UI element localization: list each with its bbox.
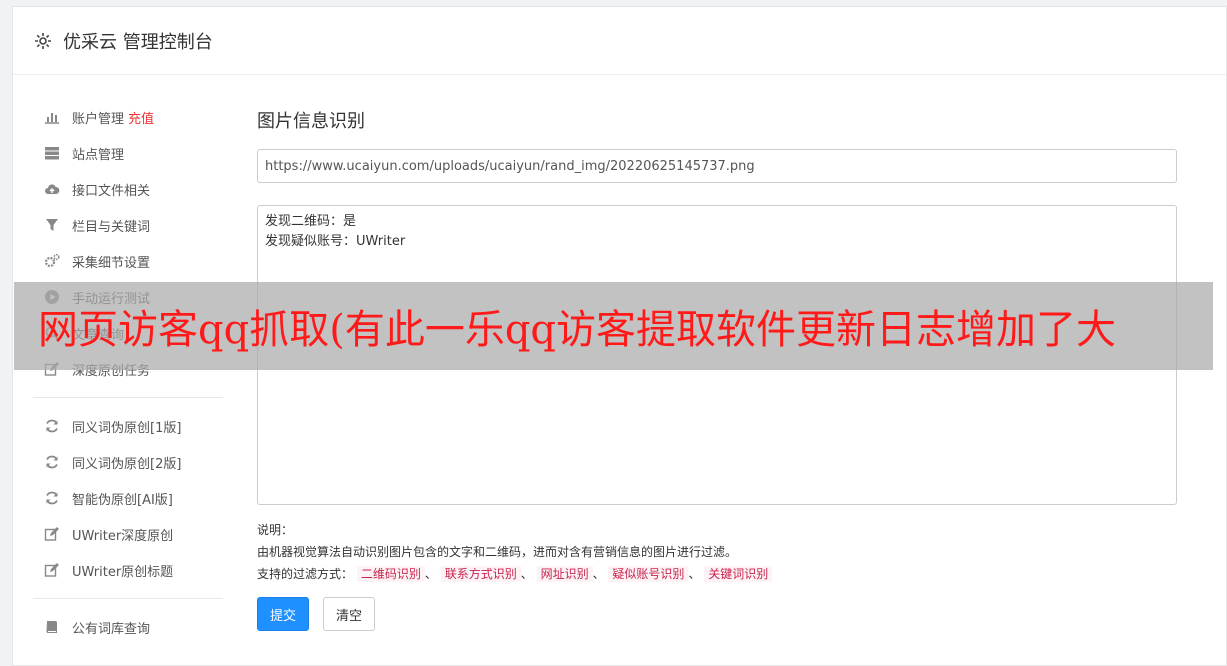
sidebar-item[interactable]: 接口文件相关 <box>33 171 223 207</box>
filter-sep: 、 <box>520 567 533 581</box>
filter-list: 支持的过滤方式： 二维码识别、 联系方式识别、 网址识别、 疑似账号识别、 关键… <box>257 563 1177 585</box>
sidebar-item-label: 同义词伪原创[1版] <box>72 420 182 436</box>
sidebar-item-label: UWriter原创标题 <box>72 564 174 580</box>
filter-tag: 疑似账号识别 <box>608 566 689 582</box>
button-row: 提交 清空 <box>257 597 1177 631</box>
filter-sep: 、 <box>688 567 701 581</box>
sidebar-divider <box>33 397 223 398</box>
description: 说明： 由机器视觉算法自动识别图片包含的文字和二维码，进而对含有营销信息的图片进… <box>257 519 1177 585</box>
gear-icon <box>33 31 53 51</box>
sidebar-item[interactable]: 智能伪原创[AI版] <box>33 480 223 516</box>
sidebar-item-label: UWriter深度原创 <box>72 528 174 544</box>
sidebar-item[interactable]: 采集细节设置 <box>33 243 223 279</box>
sidebar-item-label: 同义词伪原创[2版] <box>72 456 182 472</box>
sidebar-item[interactable]: UWriter原创标题 <box>33 552 223 588</box>
filter-tag: 二维码识别 <box>356 566 425 582</box>
sidebar-item[interactable]: 同义词伪原创[1版] <box>33 408 223 444</box>
refresh-icon <box>44 490 60 506</box>
refresh-icon <box>44 454 60 470</box>
sidebar-item-label: 接口文件相关 <box>72 183 151 199</box>
sidebar-item[interactable]: 站点管理 <box>33 135 223 171</box>
edit-icon <box>44 526 60 542</box>
filter-sep: 、 <box>592 567 605 581</box>
page-title: 优采云 管理控制台 <box>63 31 213 53</box>
sidebar-item-label: 公有词库查询 <box>72 621 151 637</box>
clear-button[interactable]: 清空 <box>323 597 376 631</box>
sidebar: 账户管理充值站点管理接口文件相关栏目与关键词采集细节设置手动运行测试文章查询深度… <box>33 99 223 645</box>
filter-tag: 联系方式识别 <box>440 566 521 582</box>
refresh-icon <box>44 418 60 434</box>
sidebar-item[interactable]: 账户管理 充值 <box>33 99 223 135</box>
result-line: 发现疑似账号：UWriter <box>265 234 406 249</box>
book-icon <box>44 619 60 635</box>
filter-label: 支持的过滤方式： <box>257 567 354 581</box>
sidebar-item[interactable]: 同义词伪原创[2版] <box>33 444 223 480</box>
bar-chart-icon <box>44 109 60 125</box>
desc-text: 由机器视觉算法自动识别图片包含的文字和二维码，进而对含有营销信息的图片进行过滤。 <box>257 545 738 559</box>
sidebar-item-label: 采集细节设置 <box>72 255 151 271</box>
edit-icon <box>44 562 60 578</box>
sidebar-item[interactable]: UWriter深度原创 <box>33 516 223 552</box>
result-line: 发现二维码：是 <box>265 214 357 229</box>
banner-text: 网页访客qq抓取(有此一乐qq访客提取软件更新日志增加了大 <box>38 307 1117 353</box>
filter-tag: 网址识别 <box>536 566 593 582</box>
desc-label: 说明： <box>257 523 294 537</box>
filter-tag: 关键词识别 <box>704 566 773 582</box>
sidebar-item-label: 智能伪原创[AI版] <box>72 492 173 508</box>
filter-icon <box>44 217 60 233</box>
recharge-link[interactable]: 充值 <box>128 108 154 127</box>
watermark-banner: 网页访客qq抓取(有此一乐qq访客提取软件更新日志增加了大 <box>14 282 1213 370</box>
card-header: 优采云 管理控制台 <box>13 7 1226 75</box>
image-url-input[interactable] <box>257 149 1177 183</box>
sidebar-item-label: 账户管理 <box>72 111 125 127</box>
server-icon <box>44 145 60 161</box>
sidebar-item-label: 栏目与关键词 <box>72 219 151 235</box>
cogs-icon <box>44 253 60 269</box>
cloud-upload-icon <box>44 181 60 197</box>
submit-button[interactable]: 提交 <box>257 597 310 631</box>
filter-sep: 、 <box>424 567 437 581</box>
sidebar-item-label: 站点管理 <box>72 147 125 163</box>
sidebar-item[interactable]: 公有词库查询 <box>33 609 223 645</box>
section-title: 图片信息识别 <box>257 111 365 132</box>
sidebar-item[interactable]: 栏目与关键词 <box>33 207 223 243</box>
sidebar-divider <box>33 598 223 599</box>
